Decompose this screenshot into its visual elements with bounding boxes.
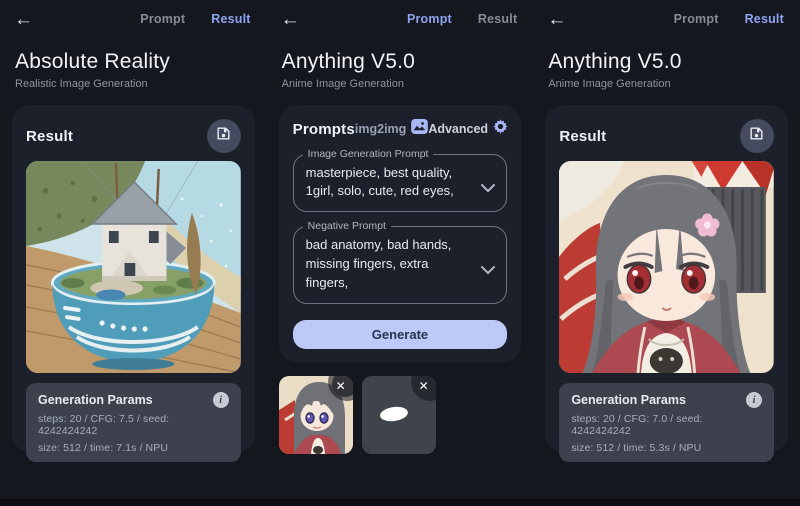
generate-label: Generate	[372, 327, 428, 342]
negative-prompt-field[interactable]: Negative Prompt bad anatomy, bad hands, …	[293, 226, 508, 304]
back-arrow-icon[interactable]: ←	[547, 10, 566, 29]
model-subtitle: Anime Image Generation	[548, 78, 785, 90]
top-nav: ← Prompt Result	[0, 0, 267, 26]
close-icon[interactable]: ✕	[419, 380, 429, 392]
generate-button[interactable]: Generate	[293, 320, 508, 349]
model-title: Anything V5.0	[548, 50, 785, 74]
params-line-2: size: 512 / time: 7.1s / NPU	[38, 442, 229, 454]
prompts-card: Prompts img2img Advanced	[279, 105, 522, 362]
tab-prompt[interactable]: Prompt	[674, 12, 719, 26]
panel-absolute-reality: ← Prompt Result Absolute Reality Realist…	[0, 0, 267, 506]
prompts-title: Prompts	[293, 121, 355, 138]
app-screen: ← Prompt Result Absolute Reality Realist…	[0, 0, 800, 506]
model-subtitle: Realistic Image Generation	[15, 78, 252, 90]
nav-tabs: Prompt Result	[140, 12, 250, 26]
save-button[interactable]	[207, 119, 241, 153]
result-title: Result	[559, 128, 606, 145]
result-card: Result	[12, 105, 255, 452]
generation-params-box: Generation Params i steps: 20 / CFG: 7.5…	[26, 383, 241, 462]
params-line-1: steps: 20 / CFG: 7.5 / seed: 4242424242	[38, 413, 229, 437]
chevron-down-icon[interactable]	[481, 261, 495, 279]
info-icon[interactable]: i	[746, 392, 762, 408]
generation-params-box: Generation Params i steps: 20 / CFG: 7.0…	[559, 383, 774, 462]
params-line-1: steps: 20 / CFG: 7.0 / seed: 4242424242	[571, 413, 762, 437]
tab-prompt[interactable]: Prompt	[407, 12, 452, 26]
close-icon[interactable]: ✕	[336, 380, 346, 392]
image-generation-prompt-field[interactable]: Image Generation Prompt masterpiece, bes…	[293, 154, 508, 213]
panel-anything-prompt: ← Prompt Result Anything V5.0 Anime Imag…	[267, 0, 534, 506]
model-subtitle: Anime Image Generation	[282, 78, 519, 90]
negative-field-label: Negative Prompt	[303, 220, 391, 232]
tab-result[interactable]: Result	[745, 12, 784, 26]
attachment-thumbnails: ✕ ✕	[279, 376, 534, 454]
tab-result[interactable]: Result	[211, 12, 250, 26]
img2img-source-thumbnail[interactable]: ✕	[279, 376, 353, 454]
negative-field-value[interactable]: bad anatomy, bad hands, missing fingers,…	[306, 236, 473, 293]
params-title: Generation Params	[38, 393, 153, 407]
save-button[interactable]	[740, 119, 774, 153]
gear-icon	[493, 119, 508, 139]
prompt-field-label: Image Generation Prompt	[303, 148, 434, 160]
floppy-disk-icon	[748, 125, 765, 147]
prompt-field-value[interactable]: masterpiece, best quality, 1girl, solo, …	[306, 164, 473, 202]
panel-anything-result: ← Prompt Result Anything V5.0 Anime Imag…	[533, 0, 800, 506]
back-arrow-icon[interactable]: ←	[14, 10, 33, 29]
advanced-label: Advanced	[428, 122, 488, 136]
image-icon	[411, 119, 428, 139]
img2img-label: img2img	[355, 122, 406, 136]
params-title: Generation Params	[571, 393, 686, 407]
tab-prompt[interactable]: Prompt	[140, 12, 185, 26]
model-title: Anything V5.0	[282, 50, 519, 74]
model-header: Absolute Reality Realistic Image Generat…	[0, 50, 267, 90]
nav-tabs: Prompt Result	[674, 12, 784, 26]
chevron-down-icon[interactable]	[481, 179, 495, 197]
model-header: Anything V5.0 Anime Image Generation	[267, 50, 534, 90]
gesture-bar	[0, 499, 800, 506]
top-nav: ← Prompt Result	[533, 0, 800, 26]
back-arrow-icon[interactable]: ←	[281, 10, 300, 29]
generated-image-beach-house[interactable]	[26, 161, 241, 373]
result-card: Result	[545, 105, 788, 452]
img2img-button[interactable]: img2img	[355, 119, 428, 139]
floppy-disk-icon	[215, 125, 232, 147]
tab-result[interactable]: Result	[478, 12, 517, 26]
nav-tabs: Prompt Result	[407, 12, 517, 26]
mask-thumbnail[interactable]: ✕	[362, 376, 436, 454]
info-icon[interactable]: i	[213, 392, 229, 408]
model-header: Anything V5.0 Anime Image Generation	[533, 50, 800, 90]
model-title: Absolute Reality	[15, 50, 252, 74]
generated-image-anime-girl[interactable]	[559, 161, 774, 373]
advanced-button[interactable]: Advanced	[428, 119, 508, 139]
top-nav: ← Prompt Result	[267, 0, 534, 26]
params-line-2: size: 512 / time: 5.3s / NPU	[571, 442, 762, 454]
result-title: Result	[26, 128, 73, 145]
